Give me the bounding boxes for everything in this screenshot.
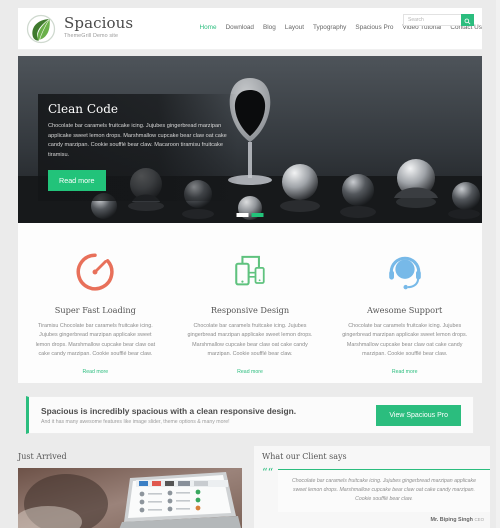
feature-read-more-link[interactable]: Read more bbox=[237, 369, 263, 375]
search-button[interactable] bbox=[461, 14, 474, 26]
laptop-photo bbox=[18, 468, 242, 528]
search-input[interactable] bbox=[403, 14, 461, 26]
cta-text-block: Spacious is incredibly spacious with a c… bbox=[41, 406, 376, 425]
testimonial-column: What our Client says ““ Chocolate bar ca… bbox=[254, 446, 490, 528]
slide-text: Chocolate bar caramels fruitcake icing. … bbox=[48, 123, 227, 158]
nav-item-typography[interactable]: Typography bbox=[313, 24, 346, 31]
site-description: ThemeGrill Demo site bbox=[64, 33, 119, 39]
leaf-icon bbox=[26, 14, 56, 44]
feature-card-awesome-support: Awesome Support Chocolate bar caramels f… bbox=[327, 223, 482, 383]
feature-text: Tiramisu Chocolate bar caramels fruitcak… bbox=[35, 323, 156, 358]
nav-item-blog[interactable]: Blog bbox=[263, 24, 276, 31]
quote-icon: ““ bbox=[262, 466, 274, 479]
feature-text: Chocolate bar caramels fruitcake icing. … bbox=[187, 323, 313, 358]
slider-dot-2[interactable] bbox=[251, 213, 264, 217]
testimonial-author-name: Mr. Biping Singh bbox=[430, 517, 473, 523]
feature-card-responsive-design: Responsive Design Chocolate bar caramels… bbox=[173, 223, 328, 383]
just-arrived-column: Just Arrived bbox=[18, 446, 242, 528]
feature-title: Super Fast Loading bbox=[54, 305, 136, 315]
nav-item-spacious-pro[interactable]: Spacious Pro bbox=[355, 24, 393, 31]
brand[interactable]: Spacious ThemeGrill Demo site bbox=[18, 14, 133, 44]
slide-read-more-button[interactable]: Read more bbox=[48, 170, 106, 191]
testimonial-author: Mr. Biping Singh CEO bbox=[278, 517, 490, 523]
nav-item-download[interactable]: Download bbox=[226, 24, 254, 31]
just-arrived-thumbnail[interactable] bbox=[18, 468, 242, 528]
search-icon bbox=[464, 13, 471, 28]
testimonial-heading: What our Client says bbox=[262, 452, 347, 461]
slider-pagination bbox=[236, 213, 264, 217]
feature-read-more-link[interactable]: Read more bbox=[83, 369, 109, 375]
testimonial-text: Chocolate bar caramels fruitcake icing. … bbox=[292, 478, 476, 502]
site-title: Spacious bbox=[64, 14, 134, 32]
feature-title: Responsive Design bbox=[210, 305, 290, 315]
cta-subtitle: And it has many awesome features like im… bbox=[41, 418, 230, 425]
feature-read-more-link[interactable]: Read more bbox=[392, 369, 418, 375]
headset-support-icon bbox=[341, 243, 468, 301]
brand-text: Spacious ThemeGrill Demo site bbox=[64, 16, 133, 41]
site-header: Spacious ThemeGrill Demo site Home Downl… bbox=[18, 8, 482, 50]
testimonial-card: ““ Chocolate bar caramels fruitcake icin… bbox=[262, 466, 490, 523]
page-scrollbar[interactable] bbox=[496, 0, 500, 528]
testimonial-author-role: CEO bbox=[474, 517, 484, 522]
testimonial-box: Chocolate bar caramels fruitcake icing. … bbox=[278, 469, 490, 512]
slider-dot-1[interactable] bbox=[236, 213, 249, 217]
feature-card-super-fast-loading: Super Fast Loading Tiramisu Chocolate ba… bbox=[18, 223, 173, 383]
features-section: Super Fast Loading Tiramisu Chocolate ba… bbox=[18, 223, 482, 383]
just-arrived-heading: Just Arrived bbox=[18, 452, 67, 461]
bottom-section: Just Arrived What our Client says ““ Cho… bbox=[18, 446, 490, 528]
search-form bbox=[403, 14, 474, 26]
responsive-devices-icon bbox=[187, 243, 314, 301]
slide-caption: Clean Code Chocolate bar caramels fruitc… bbox=[38, 94, 238, 201]
page-root: Spacious ThemeGrill Demo site Home Downl… bbox=[0, 0, 500, 528]
cta-title: Spacious is incredibly spacious with a c… bbox=[41, 405, 297, 416]
call-to-action-banner: Spacious is incredibly spacious with a c… bbox=[26, 396, 474, 434]
nav-item-home[interactable]: Home bbox=[200, 24, 217, 31]
slide-title: Clean Code bbox=[48, 102, 119, 116]
hero-slider: Clean Code Chocolate bar caramels fruitc… bbox=[18, 56, 482, 223]
nav-item-layout[interactable]: Layout bbox=[285, 24, 304, 31]
feature-text: Chocolate bar caramels fruitcake icing. … bbox=[342, 323, 468, 358]
view-spacious-pro-button[interactable]: View Spacious Pro bbox=[376, 404, 461, 426]
feature-title: Awesome Support bbox=[367, 305, 443, 315]
speedometer-icon bbox=[32, 243, 159, 301]
